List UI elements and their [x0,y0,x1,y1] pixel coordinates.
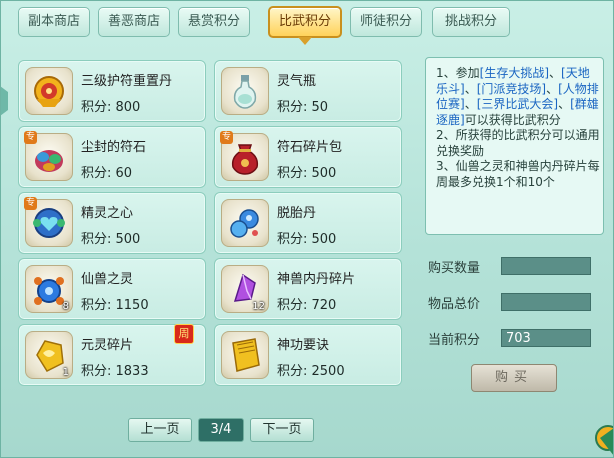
item-price: 积分: 1833 [81,364,149,379]
shop-item[interactable]: 三级护符重置丹 积分: 800 [18,60,206,122]
spirit-bottle-icon [233,75,257,109]
item-name: 灵气瓶 [277,74,317,89]
golden-charm-icon [34,76,64,107]
item-price: 积分: 500 [277,166,337,181]
shop-item[interactable]: 专 精灵之心 积分: 500 [18,192,206,254]
page-indicator: 3/4 [198,418,244,442]
quantity-input[interactable] [501,257,591,275]
exclusive-badge: 专 [220,131,234,144]
next-page-button[interactable]: 下一页 [250,418,314,442]
shop-item[interactable]: 专 尘封的符石 积分: 60 [18,126,206,188]
shop-window: 副本商店 善恶商店 悬赏积分 比武积分 师徒积分 挑战积分 三级护符重置丹 积分… [0,0,614,458]
shop-item[interactable]: 12 神兽内丹碎片 积分: 720 [214,258,402,320]
exclusive-badge: 专 [24,131,38,144]
separator: 、 [464,97,477,111]
item-icon-slot: 专 [24,131,73,181]
tab-duel-points[interactable]: 比武积分 [268,6,342,45]
item-icon-slot: 1 [25,331,73,379]
rebirth-pill-icon [230,209,259,238]
item-price: 积分: 500 [81,232,141,247]
item-stack-count: 12 [252,301,265,312]
item-icon-slot [221,67,269,115]
item-icon-slot [221,199,269,247]
item-name: 脱胎丹 [277,206,317,221]
item-name: 符石碎片包 [277,140,343,155]
buy-button[interactable]: 购买 [471,364,557,392]
tab-bounty-points[interactable]: 悬赏积分 [178,7,250,37]
item-name: 尘封的符石 [81,140,147,155]
tab-karma-shop[interactable]: 善恶商店 [98,7,170,37]
shop-item[interactable]: 神功要诀 积分: 2500 [214,324,402,386]
item-icon-slot: 12 [221,265,269,313]
current-points-label: 当前积分 [428,333,481,348]
activity-link[interactable]: [三界比武大会] [477,97,558,111]
rule-1: 1、参加[生存大挑战]、[天地乐斗]、[门派竞技场]、[人物排位赛]、[三界比武… [436,66,600,128]
item-name: 神兽内丹碎片 [277,272,356,287]
activity-link[interactable]: [生存大挑战] [480,66,549,80]
item-icon-slot [221,331,269,379]
item-name: 仙兽之灵 [81,272,134,287]
shop-item[interactable]: 8 仙兽之灵 积分: 1150 [18,258,206,320]
tab-mentor-points[interactable]: 师徒积分 [350,7,422,37]
item-grid: 三级护符重置丹 积分: 800 灵气瓶 积分: 50 专 尘封的符石 积分: 6… [12,56,414,388]
item-name: 三级护符重置丹 [81,74,173,89]
item-icon-slot: 专 [24,197,73,247]
rule-3: 3、仙兽之灵和神兽内丹碎片每周最多兑换1个和10个 [436,159,600,189]
separator: 、 [464,81,477,96]
prev-page-button[interactable]: 上一页 [128,418,192,442]
quantity-label: 购买数量 [428,261,481,276]
item-stack-count: 1 [62,367,69,378]
item-price: 积分: 1150 [81,298,149,313]
corner-ornament-icon [595,425,614,456]
rules-text: 1、参加[生存大挑战]、[天地乐斗]、[门派竞技场]、[人物排位赛]、[三界比武… [436,66,600,190]
tab-challenge-points[interactable]: 挑战积分 [432,7,510,37]
item-price: 积分: 500 [277,232,337,247]
skill-manual-icon [232,338,260,372]
exclusive-badge: 专 [24,197,38,210]
frame-ornament-icon [0,86,8,116]
item-name: 神功要诀 [277,338,330,353]
tab-dungeon-shop[interactable]: 副本商店 [18,7,90,37]
item-stack-count: 8 [62,301,69,312]
separator: 、 [546,81,559,96]
item-icon-slot: 专 [220,131,269,181]
rules-info-box: 1、参加[生存大挑战]、[天地乐斗]、[门派竞技场]、[人物排位赛]、[三界比武… [425,57,604,235]
rule-text: 可以获得比武积分 [464,112,561,127]
item-price: 积分: 800 [81,100,141,115]
shop-item[interactable]: 专 符石碎片包 积分: 500 [214,126,402,188]
separator: 、 [558,97,571,111]
weekly-limit-badge: 周 [174,324,194,344]
separator: 、 [549,66,562,80]
rule-text: 1、参加 [436,66,480,80]
shop-item[interactable]: 脱胎丹 积分: 500 [214,192,402,254]
activity-link[interactable]: [门派竞技场] [477,82,546,96]
current-points-field: 703 [501,329,591,347]
item-price: 积分: 720 [277,298,337,313]
total-price-field [501,293,591,311]
item-price: 积分: 50 [277,100,329,115]
total-price-label: 物品总价 [428,297,481,312]
shop-item[interactable]: 灵气瓶 积分: 50 [214,60,402,122]
item-name: 元灵碎片 [81,338,134,353]
item-name: 精灵之心 [81,206,134,221]
item-price: 积分: 2500 [277,364,345,379]
item-icon-slot [25,67,73,115]
rule-2: 2、所获得的比武积分可以通用兑换奖励 [436,128,600,158]
item-price: 积分: 60 [81,166,133,181]
item-icon-slot: 8 [25,265,73,313]
